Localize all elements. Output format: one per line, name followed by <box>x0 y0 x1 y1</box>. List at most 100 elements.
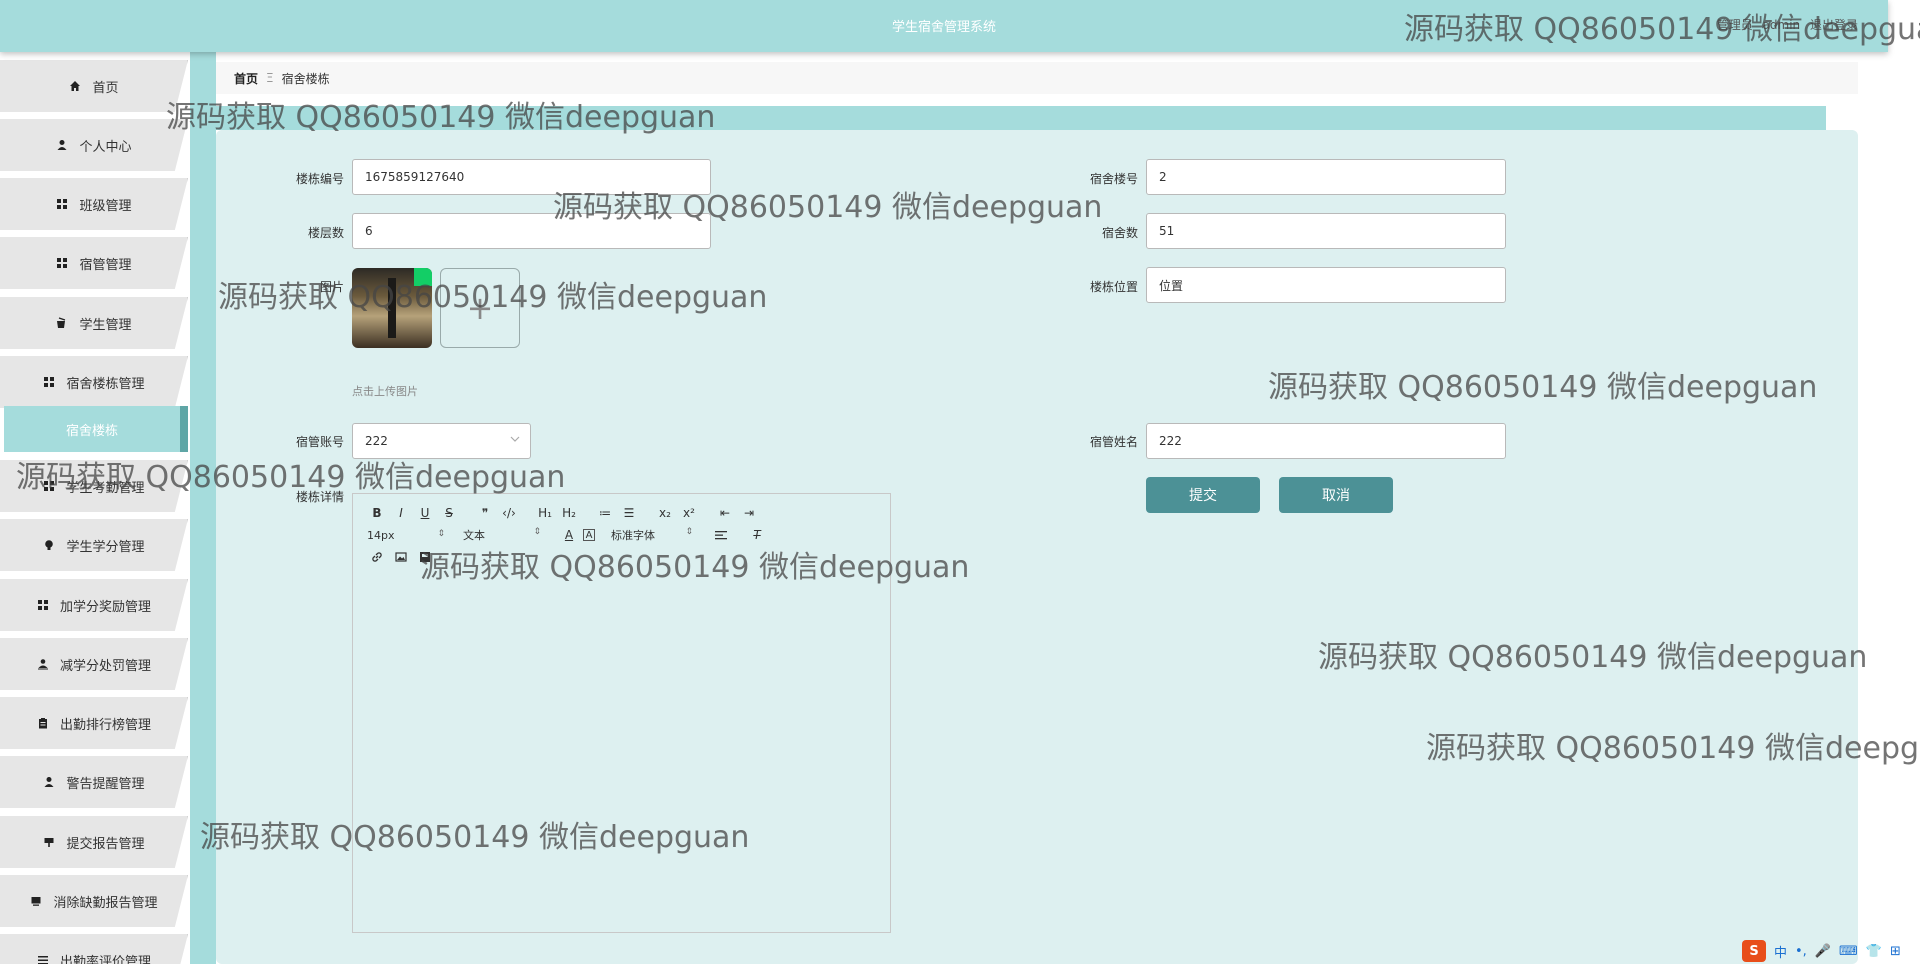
floors-label: 楼层数 <box>307 226 344 240</box>
sidebar-item-warning[interactable]: 警告提醒管理 <box>0 756 188 808</box>
breadcrumb-current: 宿舍楼栋 <box>281 71 330 86</box>
editor-toolbar: B I U S ❞ ‹/› H₁ H₂ ≔ ☰ x₂ x² ⇤ ⇥ 14px ⇕ <box>353 494 890 574</box>
align-icon[interactable] <box>711 526 731 544</box>
font-size-value: 14px <box>367 528 395 542</box>
sidebar-item-absence-report[interactable]: 消除缺勤报告管理 <box>0 875 188 927</box>
ordered-list-button[interactable]: ≔ <box>595 504 615 522</box>
sign-icon <box>42 835 56 849</box>
sidebar-item-label: 宿舍楼栋管理 <box>66 376 145 392</box>
sidebar-item-report[interactable]: 提交报告管理 <box>0 816 188 868</box>
details-label: 楼栋详情 <box>295 490 344 504</box>
manager-name-label: 宿管姓名 <box>1089 435 1138 449</box>
bold-button[interactable]: B <box>367 504 387 522</box>
cup-icon <box>55 316 69 330</box>
rich-text-editor[interactable]: B I U S ❞ ‹/› H₁ H₂ ≔ ☰ x₂ x² ⇤ ⇥ 14px ⇕ <box>352 493 891 933</box>
select-arrows-icon: ⇕ <box>437 528 445 539</box>
ime-skin-icon[interactable]: 👕 <box>1866 944 1882 959</box>
logout-link[interactable]: 退出登录 <box>1810 18 1858 32</box>
sidebar-item-students[interactable]: 学生管理 <box>0 297 188 349</box>
system-title: 学生宿舍管理系统 <box>891 20 996 35</box>
sidebar-item-ranking[interactable]: 出勤排行榜管理 <box>0 697 188 749</box>
location-label: 楼栋位置 <box>1089 280 1138 294</box>
sidebar-item-attendance-eval[interactable]: 出勤率评价管理 <box>0 934 188 964</box>
upload-hint: 点击上传图片 <box>352 385 418 398</box>
sidebar-item-building-mgmt[interactable]: 宿舍楼栋管理 <box>0 356 188 408</box>
list-icon <box>36 953 50 964</box>
sidebar: 首页 个人中心 班级管理 宿管管理 学生管理 宿舍楼栋管理 宿舍楼栋 学生考勤管… <box>0 52 190 964</box>
grid-icon <box>55 256 69 270</box>
image-upload-button[interactable]: + <box>440 268 520 348</box>
ime-logo-icon[interactable]: S <box>1742 940 1766 962</box>
building-no-input[interactable] <box>352 159 711 195</box>
sidebar-item-profile[interactable]: 个人中心 <box>0 119 188 171</box>
sidebar-item-label: 班级管理 <box>79 198 132 214</box>
grid-icon <box>42 375 56 389</box>
ime-keyboard-icon[interactable]: ⌨ <box>1839 944 1858 959</box>
sidebar-item-home[interactable]: 首页 <box>0 60 188 112</box>
image-icon[interactable] <box>391 548 411 566</box>
user-down-icon <box>36 657 50 671</box>
dorm-count-input[interactable] <box>1146 213 1506 249</box>
heading2-button[interactable]: H₂ <box>559 504 579 522</box>
quote-button[interactable]: ❞ <box>475 504 495 522</box>
manager-account-select[interactable]: 222 <box>352 423 531 459</box>
font-family-select[interactable]: 标准字体 ⇕ <box>611 527 693 543</box>
building-image-thumbnail[interactable] <box>352 268 432 348</box>
heading1-button[interactable]: H₁ <box>535 504 555 522</box>
sidebar-item-label: 加学分奖励管理 <box>59 599 151 615</box>
sidebar-item-dorm-manager[interactable]: 宿管管理 <box>0 237 188 289</box>
subscript-button[interactable]: x₂ <box>655 504 675 522</box>
superscript-button[interactable]: x² <box>679 504 699 522</box>
sidebar-item-label: 减学分处罚管理 <box>59 658 151 674</box>
strike-button[interactable]: S <box>439 504 459 522</box>
sidebar-item-label: 出勤排行榜管理 <box>59 717 151 733</box>
italic-button[interactable]: I <box>391 504 411 522</box>
ime-menu-icon[interactable]: ⊞ <box>1890 944 1901 959</box>
sidebar-item-label: 宿舍楼栋 <box>65 423 118 439</box>
location-input[interactable] <box>1146 267 1506 303</box>
link-icon[interactable] <box>367 548 387 566</box>
background-color-icon[interactable]: A <box>583 529 595 541</box>
floors-input[interactable] <box>352 213 711 249</box>
select-arrows-icon: ⇕ <box>533 527 541 537</box>
video-icon[interactable] <box>415 548 435 566</box>
dorm-building-input[interactable] <box>1146 159 1506 195</box>
sidebar-item-label: 出勤率评价管理 <box>59 954 151 964</box>
manager-account-label: 宿管账号 <box>295 435 344 449</box>
font-color-icon[interactable]: A <box>559 526 579 544</box>
sidebar-item-class[interactable]: 班级管理 <box>0 178 188 230</box>
sidebar-item-credits[interactable]: 学生学分管理 <box>0 519 188 571</box>
cancel-button[interactable]: 取消 <box>1279 477 1393 513</box>
manager-name-input[interactable] <box>1146 423 1506 459</box>
image-label: 图片 <box>319 280 344 294</box>
editor-content-area[interactable] <box>353 574 890 932</box>
ime-language[interactable]: 中 <box>1774 942 1787 961</box>
breadcrumb: 首页 Ξ 宿舍楼栋 <box>216 62 1858 94</box>
user-info: 管理员 admin 退出登录 <box>1711 16 1858 33</box>
sidebar-item-label: 警告提醒管理 <box>66 776 145 792</box>
clear-format-icon[interactable]: T <box>747 526 767 544</box>
editor-toolbar-row-style: 14px ⇕ 文本 ⇕ A A 标准字体 ⇕ T <box>367 526 771 544</box>
sidebar-item-label: 学生考勤管理 <box>66 480 145 496</box>
sidebar-item-attendance[interactable]: 学生考勤管理 <box>0 460 188 512</box>
sidebar-item-label: 宿管管理 <box>79 257 132 273</box>
sidebar-item-penalty[interactable]: 减学分处罚管理 <box>0 638 188 690</box>
breadcrumb-home[interactable]: 首页 <box>234 70 258 87</box>
outdent-button[interactable]: ⇤ <box>715 504 735 522</box>
sidebar-item-building[interactable]: 宿舍楼栋 <box>4 406 188 452</box>
bulb-icon <box>42 538 56 552</box>
submit-button[interactable]: 提交 <box>1146 477 1260 513</box>
ime-punctuation-icon[interactable]: •, <box>1795 944 1807 959</box>
indent-button[interactable]: ⇥ <box>739 504 759 522</box>
sidebar-item-reward[interactable]: 加学分奖励管理 <box>0 579 188 631</box>
ime-voice-icon[interactable]: 🎤 <box>1815 944 1831 959</box>
editor-toolbar-row-insert <box>367 548 439 566</box>
bullet-list-button[interactable]: ☰ <box>619 504 639 522</box>
underline-button[interactable]: U <box>415 504 435 522</box>
paragraph-select[interactable]: 文本 ⇕ <box>463 527 541 543</box>
clipboard-icon <box>36 716 50 730</box>
user-role: 管理员 <box>1716 18 1753 32</box>
select-arrows-icon: ⇕ <box>685 527 693 537</box>
code-button[interactable]: ‹/› <box>499 504 519 522</box>
font-size-select[interactable]: 14px ⇕ <box>367 529 445 542</box>
